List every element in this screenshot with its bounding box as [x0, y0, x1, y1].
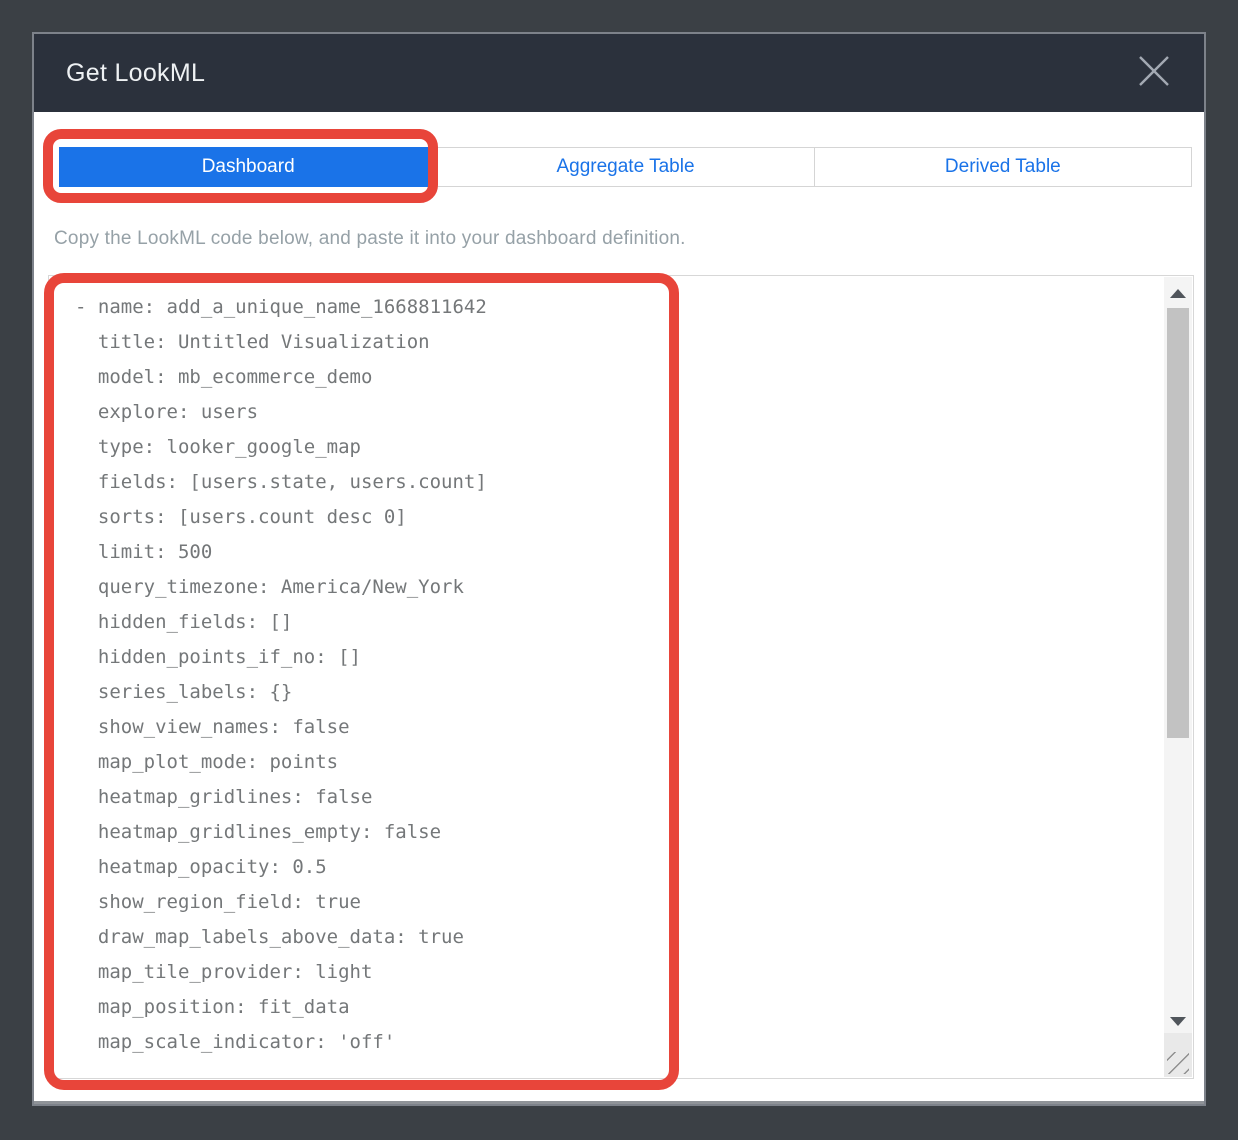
resize-grip-icon — [1167, 1052, 1189, 1074]
scrollbar-down-arrow-icon[interactable] — [1164, 1007, 1192, 1035]
dialog-bottom-edge — [34, 1101, 1204, 1104]
tab-derived-table[interactable]: Derived Table — [815, 147, 1192, 187]
close-icon — [1134, 51, 1174, 96]
close-button[interactable] — [1132, 51, 1176, 95]
tab-aggregate-table[interactable]: Aggregate Table — [437, 147, 814, 187]
instruction-text: Copy the LookML code below, and paste it… — [54, 228, 686, 250]
scrollbar-thumb[interactable] — [1167, 308, 1189, 738]
scrollbar-up-arrow-icon[interactable] — [1164, 279, 1192, 307]
tab-bar: Dashboard Aggregate Table Derived Table — [59, 147, 1192, 187]
lookml-code-content: - name: add_a_unique_name_1668811642 tit… — [75, 290, 487, 1060]
dialog-header: Get LookML — [34, 34, 1204, 112]
textarea-resize-corner[interactable] — [1164, 1033, 1192, 1077]
lookml-code-textarea[interactable]: - name: add_a_unique_name_1668811642 tit… — [48, 275, 1194, 1079]
tab-dashboard[interactable]: Dashboard — [59, 147, 437, 187]
get-lookml-dialog: Get LookML Dashboard Aggregate Table Der… — [32, 32, 1206, 1106]
scrollbar-track[interactable] — [1164, 277, 1192, 1035]
dialog-title: Get LookML — [66, 59, 205, 88]
